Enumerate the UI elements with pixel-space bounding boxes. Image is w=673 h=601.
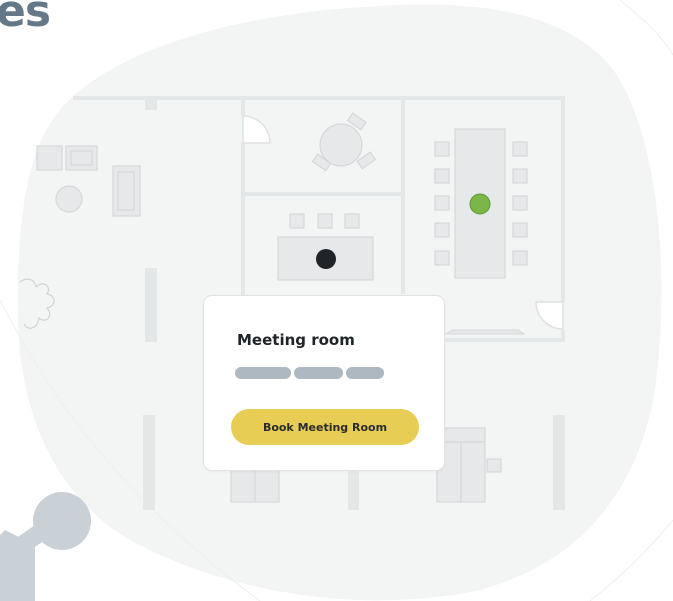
chair xyxy=(289,213,305,229)
wall xyxy=(348,470,359,510)
small-meeting-room xyxy=(277,213,374,281)
skeleton-pill xyxy=(294,367,343,379)
wall xyxy=(145,268,157,342)
wall xyxy=(445,338,565,342)
book-meeting-room-button[interactable]: Book Meeting Room xyxy=(231,409,419,445)
bench xyxy=(444,329,526,335)
decorative-arc xyxy=(589,519,673,601)
wall xyxy=(243,192,403,196)
round-table xyxy=(319,123,363,167)
wall xyxy=(241,96,245,116)
chair xyxy=(512,222,528,238)
booking-card: Meeting room Book Meeting Room xyxy=(203,295,445,471)
wall xyxy=(561,96,565,302)
wall xyxy=(401,96,405,294)
chair xyxy=(434,168,450,184)
conference-room xyxy=(434,128,528,279)
wall xyxy=(241,143,245,295)
avatar-decoration-icon xyxy=(0,492,91,601)
page-heading-fragment: es xyxy=(0,0,51,37)
armchair xyxy=(36,145,63,171)
decorative-arc xyxy=(619,0,673,56)
sofa-cushion xyxy=(117,171,135,211)
chair xyxy=(512,195,528,211)
chair xyxy=(434,222,450,238)
side-table xyxy=(55,185,83,213)
skeleton-pill xyxy=(235,367,291,379)
wall xyxy=(145,96,157,110)
skeleton-pill xyxy=(346,367,384,379)
chair xyxy=(434,141,450,157)
chair xyxy=(512,141,528,157)
occupied-seat-marker xyxy=(316,249,336,269)
selected-seat-marker xyxy=(469,193,491,215)
chair xyxy=(512,168,528,184)
chair xyxy=(317,213,333,229)
wall xyxy=(553,415,565,510)
armchair-cushion xyxy=(70,150,93,166)
box xyxy=(486,458,502,473)
card-title: Meeting room xyxy=(237,331,355,349)
chair xyxy=(434,195,450,211)
wall xyxy=(143,415,155,510)
chair xyxy=(512,250,528,266)
chair xyxy=(344,213,360,229)
chair xyxy=(434,250,450,266)
